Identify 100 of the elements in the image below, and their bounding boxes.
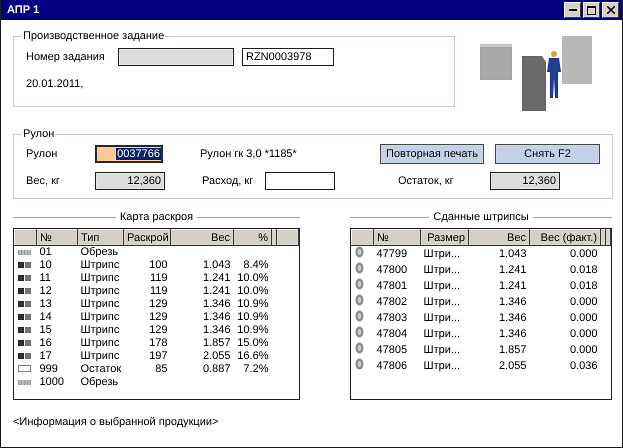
remove-button[interactable]: Снять F2 [495, 144, 600, 164]
table-cell-text: 10.9% [236, 298, 270, 311]
field-label: Номер задания [26, 51, 106, 63]
close-button[interactable] [602, 2, 619, 18]
window-title: АПР 1 [7, 4, 40, 16]
table-cell-text: 178 [148, 337, 168, 350]
table-cell-text: 47801 [376, 278, 408, 294]
remainder-icon [18, 365, 30, 372]
coil-icon [354, 326, 364, 338]
panel-title: Производственное задание [22, 30, 166, 42]
table-cell-text: 1.346 [498, 310, 528, 326]
coil-icon [354, 358, 364, 370]
table-cell-text: 10 [38, 259, 53, 272]
column-header[interactable]: № [374, 230, 420, 246]
table-cell-text: 1.346 [202, 311, 232, 324]
table-cell-text: 0.000 [568, 294, 598, 310]
table-cell-text: Штрипс [80, 272, 120, 285]
table-cell-text: 0.000 [568, 326, 598, 342]
table-cell-text: 0.000 [568, 310, 598, 326]
table-cell-text: 47806 [376, 358, 408, 374]
minimize-icon [568, 9, 576, 11]
table-cell-text: 47800 [376, 262, 408, 278]
column-header[interactable]: Размер [420, 230, 468, 246]
table-cell-text: 1.241 [202, 272, 232, 285]
table-cell-text: 129 [148, 324, 168, 337]
table-cell: Обрезь [78, 246, 124, 259]
table-cell-text: 119 [148, 272, 168, 285]
table-cell-text: Штрипс [80, 337, 120, 350]
strip-icon [18, 314, 30, 320]
table-cell: 0.000 [530, 246, 600, 262]
table-cell-text: Штри... [422, 262, 462, 278]
task-date: 20.01.2011, [26, 78, 84, 90]
table-cell-text: 47802 [376, 294, 408, 310]
table-cell-text: 1.043 [202, 259, 232, 272]
table-cell-text: 1.241 [202, 285, 232, 298]
table-cell-text: 10.0% [236, 272, 270, 285]
table-cell-text: Штрипс [80, 311, 120, 324]
column-header[interactable]: Вес (факт.) [530, 230, 600, 246]
strip-icon [18, 262, 30, 268]
table-cell-text: 14 [38, 311, 53, 324]
table-cell-text: 129 [148, 311, 168, 324]
table-cell-text: 8.4% [242, 259, 270, 272]
table-cell-text: 1.857 [202, 337, 232, 350]
field-label: Остаток, кг [398, 175, 455, 187]
table-cell-text: 16.6% [236, 350, 270, 363]
table-cell-text: Штрипс [80, 350, 120, 363]
table-cell-text: 47803 [376, 310, 408, 326]
table-cell-text: 2.055 [202, 350, 232, 363]
table-cell-text: 15 [38, 324, 53, 337]
table-cell-text: 1.857 [498, 342, 528, 358]
maximize-button[interactable] [583, 2, 600, 18]
column-header[interactable]: Вес [468, 230, 530, 246]
value-field[interactable] [265, 172, 335, 190]
reprint-button[interactable]: Повторная печать [380, 144, 484, 164]
table-cell-text: 7.2% [242, 363, 270, 376]
table-cell-text: 197 [148, 350, 168, 363]
column-header[interactable]: Раскрой [124, 230, 170, 246]
table-cell-text: 0.018 [568, 262, 598, 278]
table-cell-text: 0.036 [568, 358, 598, 374]
table-cell-text: 1.346 [202, 298, 232, 311]
strip-icon [18, 327, 30, 333]
table-cell-text: 1.241 [498, 262, 528, 278]
column-header[interactable]: № [36, 230, 78, 246]
field-label: Вес, кг [26, 175, 61, 187]
task-number-field[interactable]: RZN0003978 [242, 48, 334, 66]
table-cell-text: Штри... [422, 294, 462, 310]
coil-icon [354, 278, 364, 290]
product-info-text: <Информация о выбранной продукции> [13, 416, 218, 428]
roll-field[interactable]: 0037766 [95, 145, 163, 163]
table-cell-text: 12 [38, 285, 53, 298]
table-cell-text: 1000 [38, 376, 65, 389]
roll-description: Рулон гк 3,0 *1185* [200, 148, 298, 160]
trim-icon [18, 380, 30, 385]
table-cell-text: Штри... [422, 342, 462, 358]
table-cell-text: 999 [38, 363, 59, 376]
field-label: Расход, кг [202, 175, 254, 187]
table-cell-text: Штрипс [80, 298, 120, 311]
table-cell-text: 1.241 [498, 278, 528, 294]
table-cell-text: 47805 [376, 342, 408, 358]
table-cell-text: 0.000 [568, 342, 598, 358]
table-cell-text: Штрипс [80, 285, 120, 298]
trim-icon [18, 250, 30, 255]
column-header[interactable]: % [234, 230, 272, 246]
panel-title: Рулон [22, 128, 56, 140]
strip-icon [18, 288, 30, 294]
table-title: Сданные штрипсы [433, 211, 529, 223]
table-cell-text: 11 [38, 272, 52, 285]
column-header[interactable]: Тип [78, 230, 124, 246]
table-cell: 1.043 [468, 246, 530, 262]
minimize-button[interactable] [564, 2, 581, 18]
table-cell-text: 13 [38, 298, 53, 311]
table-cell-text: Штри... [422, 278, 462, 294]
table-cell-text: Остаток [80, 363, 122, 376]
table-title: Карта раскроя [120, 211, 194, 223]
table-cell-text: Штри... [422, 326, 462, 342]
maximize-icon [587, 6, 596, 14]
table-cell-text: Штрипс [80, 259, 120, 272]
table-cell-text: 0.018 [568, 278, 598, 294]
strip-icon [18, 301, 30, 307]
column-header[interactable]: Вес [170, 230, 234, 246]
